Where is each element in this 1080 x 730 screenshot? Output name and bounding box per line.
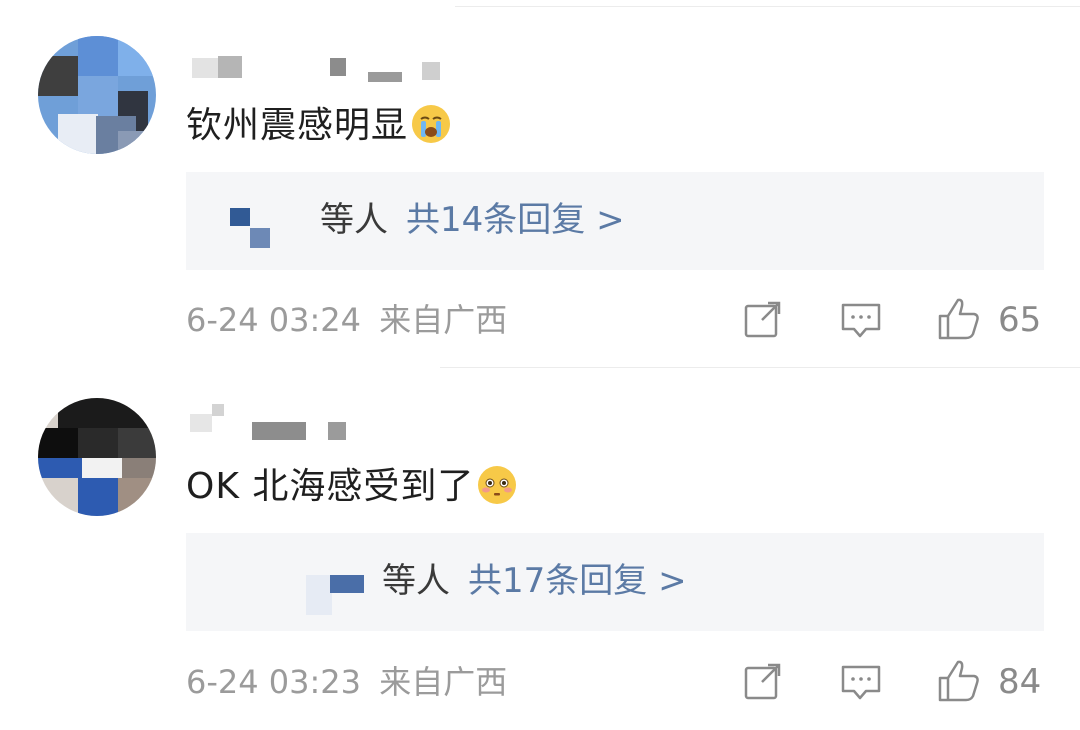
reply-preview[interactable]: 等人 共14条回复 > (186, 172, 1044, 270)
like-count: 84 (998, 662, 1042, 702)
comment-icon[interactable] (840, 302, 882, 344)
reply-summary[interactable]: 等人 共14条回复 > (320, 198, 625, 242)
comment-icon[interactable] (840, 664, 882, 706)
avatar[interactable] (38, 36, 156, 154)
username-blurred[interactable] (190, 404, 490, 440)
reply-prefix: 等人 (382, 561, 450, 601)
location: 来自广西 (379, 663, 508, 701)
comment-text: OK 北海感受到了 (186, 463, 517, 511)
share-icon[interactable] (744, 300, 782, 342)
timestamp: 6-24 03:24 (186, 301, 362, 339)
timestamp: 6-24 03:23 (186, 663, 362, 701)
top-divider (455, 6, 1080, 7)
thumbs-up-icon[interactable] (936, 658, 982, 708)
reply-preview[interactable]: 等人 共17条回复 > (186, 533, 1044, 631)
avatar[interactable] (38, 398, 156, 516)
reply-prefix: 等人 (320, 200, 388, 240)
username-blurred[interactable] (190, 56, 490, 86)
flushed-emoji-icon (478, 466, 517, 504)
view-replies-link[interactable]: 共14条回复 > (406, 200, 625, 240)
comment-body: 钦州震感明显 (186, 105, 409, 146)
replier-avatar-blurred (230, 208, 250, 226)
like-count: 65 (998, 300, 1042, 340)
comment-divider (440, 367, 1080, 368)
comment-meta: 6-24 03:23 来自广西 (186, 662, 507, 702)
comment-meta: 6-24 03:24 来自广西 (186, 300, 507, 340)
share-icon[interactable] (744, 662, 782, 704)
comment-text: 钦州震感明显 (186, 102, 451, 150)
view-replies-link[interactable]: 共17条回复 > (468, 561, 687, 601)
reply-summary[interactable]: 等人 共17条回复 > (382, 559, 687, 603)
crying-emoji-icon (412, 105, 451, 143)
thumbs-up-icon[interactable] (936, 296, 982, 346)
replier-avatar-blurred (306, 575, 332, 615)
comment-body: OK 北海感受到了 (186, 466, 475, 507)
location: 来自广西 (379, 301, 508, 339)
